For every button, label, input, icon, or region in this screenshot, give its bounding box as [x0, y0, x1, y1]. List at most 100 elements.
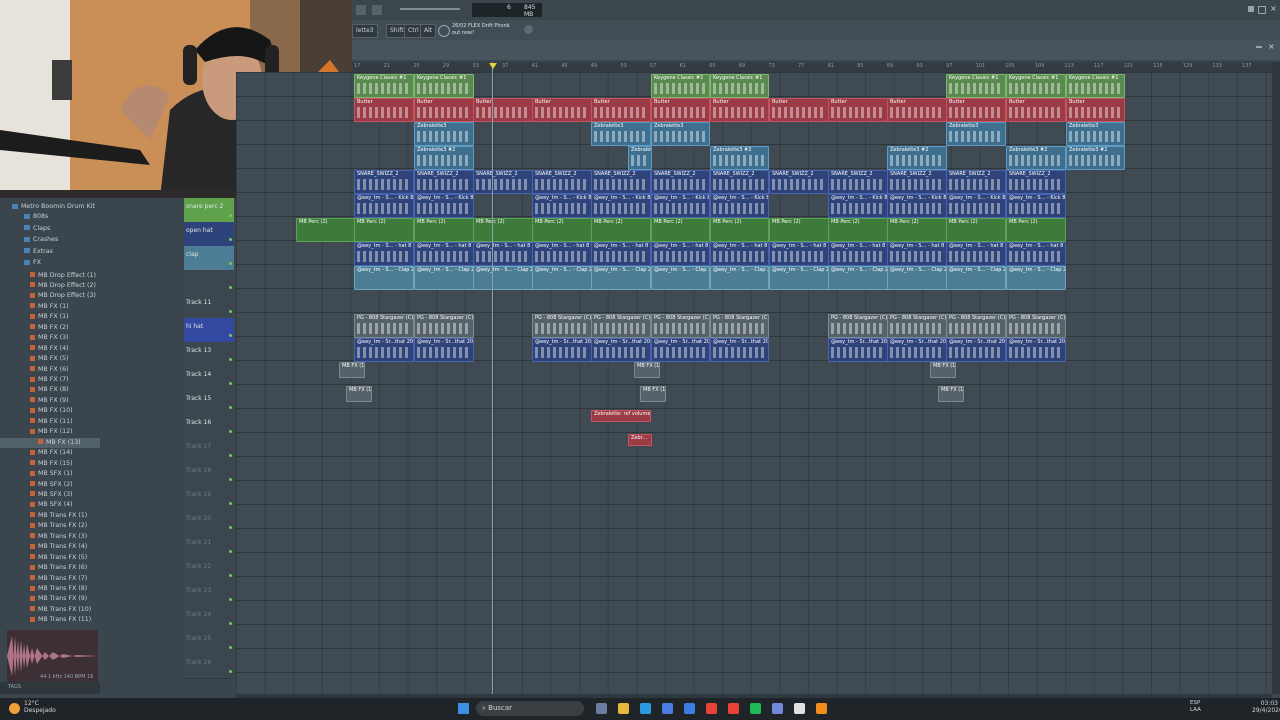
pattern-clip[interactable]: MB Perc (2) [710, 218, 769, 242]
pattern-clip[interactable]: @eey_tm - Sr...that 20 [354, 338, 414, 362]
browser-file[interactable]: MB Trans FX (11) [30, 615, 100, 625]
weather-icon[interactable] [9, 703, 20, 714]
pattern-clip[interactable]: SNARE_SWIZZ_2 [473, 170, 533, 194]
pattern-clip[interactable]: MB Perc (2) [828, 218, 888, 242]
browser-file[interactable]: MB Trans FX (7) [30, 574, 100, 584]
pattern-clip[interactable]: @eey_tm - Sr...that 20 [828, 338, 888, 362]
track-enable-led-icon[interactable] [229, 454, 232, 457]
online-icon[interactable] [524, 25, 533, 34]
pattern-clip[interactable]: MB Perc (2) [414, 218, 474, 242]
browser-file[interactable]: MB FX (5) [30, 354, 100, 364]
pattern-clip[interactable]: @eey_tm - S... - hat 8 [354, 242, 414, 266]
pattern-clip[interactable]: Zebralette3 [946, 122, 1006, 146]
track-header[interactable]: Track 11 [184, 294, 234, 319]
undo-icon[interactable] [356, 5, 366, 15]
browser-file[interactable]: MB FX (3) [30, 333, 100, 343]
pattern-clip[interactable]: Butter [414, 98, 474, 122]
maximize-icon[interactable] [1258, 6, 1266, 14]
pattern-clip[interactable]: SNARE_SWIZZ_2 [651, 170, 710, 194]
task-view-icon[interactable] [596, 703, 607, 714]
playlist-close-icon[interactable]: × [1268, 42, 1275, 51]
browser-file[interactable]: MB Drop Effect (3) [30, 291, 100, 301]
browser-file[interactable]: MB Drop Effect (1) [30, 271, 100, 281]
browser-folder[interactable]: 808s [24, 212, 48, 222]
discord-icon[interactable] [772, 703, 783, 714]
pattern-clip[interactable]: Keygene Classic #1 [1066, 74, 1125, 98]
master-volume-slider[interactable] [400, 8, 460, 10]
pattern-clip[interactable]: MB Perc (2) [1006, 218, 1066, 242]
browser-file[interactable]: MB Trans FX (4) [30, 542, 100, 552]
track-header[interactable]: Track 14 [184, 366, 234, 391]
track-enable-led-icon[interactable] [229, 550, 232, 553]
browser-file[interactable]: MB Trans FX (8) [30, 584, 100, 594]
pattern-clip[interactable]: MB FX (1) [346, 386, 372, 402]
playhead-marker-icon[interactable] [489, 63, 497, 69]
pattern-clip[interactable]: Zebralette3 [591, 122, 651, 146]
track-enable-led-icon[interactable] [229, 598, 232, 601]
pattern-clip[interactable]: SNARE_SWIZZ_2 [828, 170, 888, 194]
track-enable-led-icon[interactable] [229, 382, 232, 385]
track-enable-led-icon[interactable] [229, 574, 232, 577]
pattern-clip[interactable]: Zebralette3 [651, 122, 710, 146]
pattern-clip[interactable]: Butter [354, 98, 414, 122]
pattern-clip[interactable]: Butter [1066, 98, 1125, 122]
pattern-clip[interactable]: MB Perc (2) [651, 218, 710, 242]
pattern-clip[interactable]: SNARE_SWIZZ_2 [591, 170, 651, 194]
pattern-clip[interactable]: Butter [828, 98, 888, 122]
pattern-clip[interactable]: @eey_tm - Sr...that 20 [651, 338, 710, 362]
pattern-clip[interactable]: SNARE_SWIZZ_2 [1006, 170, 1066, 194]
track-enable-led-icon[interactable] [229, 286, 232, 289]
pattern-clip[interactable]: @eey_tm - S... - Kick 8 [828, 194, 888, 218]
pattern-selector[interactable]: lette3 [352, 24, 378, 38]
pattern-clip[interactable]: SNARE_SWIZZ_2 [354, 170, 414, 194]
track-header[interactable]: snare perc 2 [184, 198, 234, 223]
browser-file[interactable]: MB SFX (1) [30, 469, 100, 479]
pattern-clip[interactable]: Butter [591, 98, 651, 122]
track-header[interactable] [184, 270, 234, 295]
pattern-clip[interactable]: SNARE_SWIZZ_2 [710, 170, 769, 194]
playlist-minimize-icon[interactable] [1256, 46, 1262, 48]
pattern-clip[interactable]: PG - 808 Stargazer (C) [354, 314, 414, 338]
pattern-clip[interactable]: SNARE_SWIZZ_2 [769, 170, 829, 194]
pattern-clip[interactable]: MB Perc (2) [532, 218, 592, 242]
pattern-clip[interactable]: Butter [769, 98, 829, 122]
pattern-clip[interactable]: MB Perc (2) [946, 218, 1006, 242]
pattern-clip[interactable]: @eey_tm - S... - hat 8 [769, 242, 829, 266]
pattern-clip[interactable]: @eey_tm - S... - hat 8 [710, 242, 769, 266]
pattern-clip[interactable]: PG - 808 Stargazer (C) [946, 314, 1006, 338]
browser-file[interactable]: MB FX (9) [30, 396, 100, 406]
browser-file[interactable]: MB FX (2) [30, 323, 100, 333]
track-enable-led-icon[interactable] [229, 406, 232, 409]
pattern-clip[interactable]: @eey_tm - S... - Clap 2 [887, 266, 947, 290]
language-indicator[interactable]: ESP LAA [1190, 700, 1201, 714]
pattern-clip[interactable]: Zebralette3 [1066, 122, 1125, 146]
pattern-clip[interactable]: @eey_tm - S... - hat 8 [828, 242, 888, 266]
pattern-clip[interactable]: Zebralette3 [414, 122, 474, 146]
pattern-clip[interactable]: PG - 808 Stargazer (C) [1006, 314, 1066, 338]
pattern-clip[interactable]: Zebralette3 #2 [887, 146, 947, 170]
pattern-clip[interactable]: @eey_tm - Sr...that 20 [414, 338, 474, 362]
track-enable-led-icon[interactable] [229, 238, 232, 241]
track-header[interactable]: Track 13 [184, 342, 234, 367]
pattern-clip[interactable]: SNARE_SWIZZ_2 [414, 170, 474, 194]
browser-folder[interactable]: Extras [24, 247, 53, 257]
edge-icon[interactable] [640, 703, 651, 714]
vertical-scrollbar[interactable] [1272, 62, 1280, 694]
pattern-clip[interactable]: MB FX (1) [938, 386, 964, 402]
track-enable-led-icon[interactable] [229, 262, 232, 265]
track-header[interactable]: Track 16 [184, 414, 234, 439]
pattern-clip[interactable]: @eey_tm - S... - Kick 8 [887, 194, 947, 218]
pattern-clip[interactable]: MB Perc (2) [769, 218, 829, 242]
pattern-clip[interactable]: PG - 808 Stargazer (C) [591, 314, 651, 338]
close-icon[interactable]: × [1270, 4, 1277, 13]
track-header[interactable]: Track 20 [184, 510, 234, 535]
pattern-clip[interactable]: @eey_tm - Sr...that 20 [591, 338, 651, 362]
browser-folder[interactable]: Crashes [24, 235, 58, 245]
browser-file[interactable]: MB FX (7) [30, 375, 100, 385]
track-header[interactable]: Track 21 [184, 534, 234, 559]
track-enable-led-icon[interactable] [229, 502, 232, 505]
pattern-clip[interactable]: @eey_tm - S... - Clap 2 [354, 266, 414, 290]
browser-file[interactable]: MB FX (10) [30, 406, 100, 416]
pattern-clip[interactable]: PG - 808 Stargazer (C) [651, 314, 710, 338]
browser-file[interactable]: MB Trans FX (10) [30, 605, 100, 615]
